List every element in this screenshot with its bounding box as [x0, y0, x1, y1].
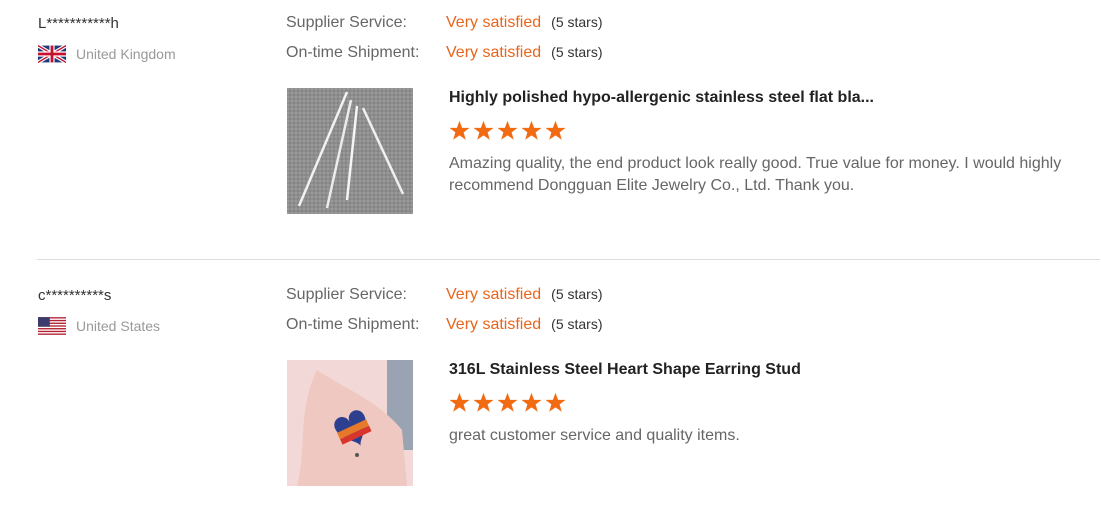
country-name: United Kingdom: [76, 46, 176, 62]
country-name: United States: [76, 318, 161, 334]
product-thumbnail[interactable]: [287, 88, 413, 214]
buyer-country: United Kingdom: [38, 45, 176, 63]
star-icon: [473, 392, 494, 412]
rating-stars-text: (5 stars): [551, 14, 603, 30]
star-icon: [521, 392, 542, 412]
product-thumbnail[interactable]: [287, 360, 413, 486]
rating-label: On-time Shipment:: [286, 44, 420, 61]
buyer-name: c**********s: [38, 287, 112, 304]
buyer-country: United States: [38, 317, 160, 335]
tools-image: [287, 88, 413, 214]
uk-flag-icon: [38, 45, 66, 63]
rating-stars-text: (5 stars): [551, 44, 603, 60]
star-icon: [545, 120, 566, 140]
rating-value: Very satisfied: [446, 14, 542, 31]
review-comment: great customer service and quality items…: [449, 427, 740, 444]
rating-stars-text: (5 stars): [551, 316, 603, 332]
supplier-service-rating: Supplier Service: Very satisfied (5 star…: [286, 14, 603, 32]
product-rating-stars: [449, 120, 569, 141]
rating-stars-text: (5 stars): [551, 286, 603, 302]
star-icon: [497, 120, 518, 140]
product-rating-stars: [449, 392, 569, 413]
buyer-name: L***********h: [38, 15, 119, 32]
rating-label: On-time Shipment:: [286, 316, 420, 333]
star-icon: [521, 120, 542, 140]
rating-label: Supplier Service:: [286, 286, 407, 303]
rating-label: Supplier Service:: [286, 14, 407, 31]
rating-value: Very satisfied: [446, 286, 542, 303]
rating-value: Very satisfied: [446, 316, 542, 333]
rating-value: Very satisfied: [446, 44, 542, 61]
shipment-rating: On-time Shipment: Very satisfied (5 star…: [286, 44, 603, 62]
product-title[interactable]: 316L Stainless Steel Heart Shape Earring…: [449, 361, 801, 379]
star-icon: [449, 392, 470, 412]
star-icon: [545, 392, 566, 412]
us-flag-icon: [38, 317, 66, 335]
earring-image: [287, 360, 413, 486]
supplier-service-rating: Supplier Service: Very satisfied (5 star…: [286, 286, 603, 304]
star-icon: [473, 120, 494, 140]
shipment-rating: On-time Shipment: Very satisfied (5 star…: [286, 316, 603, 334]
review-divider: [37, 259, 1100, 260]
product-title[interactable]: Highly polished hypo-allergenic stainles…: [449, 89, 874, 107]
star-icon: [497, 392, 518, 412]
star-icon: [449, 120, 470, 140]
review-comment: Amazing quality, the end product look re…: [449, 155, 1062, 194]
